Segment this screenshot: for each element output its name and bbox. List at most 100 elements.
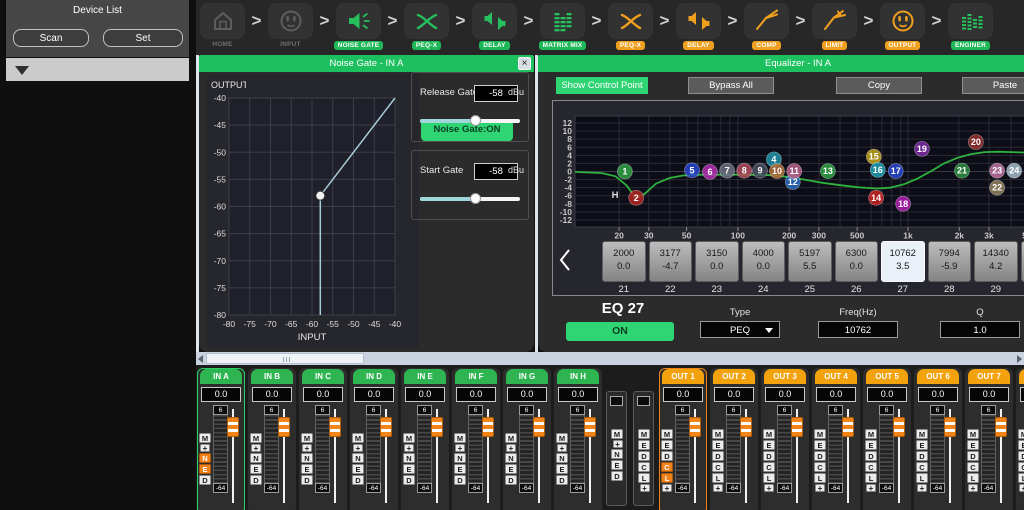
channel-button-plus[interactable]: + bbox=[557, 444, 567, 452]
master-button-m[interactable]: M bbox=[611, 429, 623, 439]
master-button-n[interactable]: N bbox=[611, 449, 623, 459]
eq-control-point-5[interactable]: 5 bbox=[685, 163, 700, 178]
fader-handle[interactable] bbox=[791, 417, 803, 437]
channel-button-d[interactable]: D bbox=[352, 475, 364, 485]
channel-button-d[interactable]: D bbox=[1018, 451, 1024, 461]
eq-control-point-13[interactable]: 13 bbox=[820, 164, 835, 179]
toolbar-item-enginer[interactable]: ENGINER bbox=[947, 0, 994, 50]
channel-button-plus[interactable]: + bbox=[251, 444, 261, 452]
channel-button-plus[interactable]: + bbox=[968, 484, 978, 492]
toolbar-item-input[interactable]: INPUT bbox=[267, 0, 314, 48]
toolbar-item-noise-gate[interactable]: NOISE GATE bbox=[335, 0, 382, 50]
toolbar-item-delay[interactable]: DELAY bbox=[471, 0, 518, 50]
channel-button-plus[interactable]: + bbox=[917, 484, 927, 492]
toolbar-item-limit[interactable]: LIMIT bbox=[811, 0, 858, 50]
channel-button-d[interactable]: D bbox=[403, 475, 415, 485]
toolbar-item-peq-x[interactable]: PEQ-X bbox=[403, 0, 450, 50]
channel-button-c[interactable]: C bbox=[814, 462, 826, 472]
channel-button-e[interactable]: E bbox=[661, 440, 673, 450]
eq-band-button-25[interactable]: 51975.5 bbox=[788, 241, 832, 282]
fader-handle[interactable] bbox=[380, 417, 392, 437]
channel-button-d[interactable]: D bbox=[916, 451, 928, 461]
channel-button-m[interactable]: M bbox=[556, 433, 568, 443]
channel-button-l[interactable]: L bbox=[967, 473, 979, 483]
scan-button[interactable]: Scan bbox=[13, 29, 89, 47]
channel-button-m[interactable]: M bbox=[916, 429, 928, 439]
channel-button-plus[interactable]: + bbox=[713, 484, 723, 492]
fader-handle[interactable] bbox=[533, 417, 545, 437]
eq-control-point-11[interactable]: 11 bbox=[787, 164, 802, 179]
toolbar-item-output[interactable]: OUTPUT bbox=[879, 0, 926, 50]
channel-header[interactable]: IN E bbox=[404, 369, 446, 384]
channel-button-d[interactable]: D bbox=[661, 451, 673, 461]
channel-header[interactable]: IN B bbox=[251, 369, 293, 384]
channel-button-c[interactable]: C bbox=[865, 462, 877, 472]
channel-button-plus[interactable]: + bbox=[506, 444, 516, 452]
channel-button-e[interactable]: E bbox=[403, 464, 415, 474]
fader-handle[interactable] bbox=[482, 417, 494, 437]
eq-band-button-21[interactable]: 20000.0 bbox=[602, 241, 646, 282]
channel-header[interactable]: IN F bbox=[455, 369, 497, 384]
eq-control-point-10[interactable]: 10 bbox=[770, 164, 785, 179]
channel-button-m[interactable]: M bbox=[454, 433, 466, 443]
toolbar-item-home[interactable]: HOME bbox=[199, 0, 246, 48]
channel-button-l[interactable]: L bbox=[763, 473, 775, 483]
channel-header[interactable]: IN A bbox=[200, 369, 242, 384]
channel-button-m[interactable]: M bbox=[865, 429, 877, 439]
master-button-e[interactable]: E bbox=[638, 440, 650, 450]
q-field[interactable]: 1.0 bbox=[940, 321, 1020, 338]
channel-button-e[interactable]: E bbox=[865, 440, 877, 450]
channel-button-m[interactable]: M bbox=[712, 429, 724, 439]
fader-handle[interactable] bbox=[431, 417, 443, 437]
eq-control-point-20[interactable]: 20 bbox=[968, 135, 983, 150]
channel-button-e[interactable]: E bbox=[916, 440, 928, 450]
eq-control-point-7[interactable]: 7 bbox=[720, 163, 735, 178]
channel-button-plus[interactable]: + bbox=[200, 444, 210, 452]
fader-handle[interactable] bbox=[227, 417, 239, 437]
channel-header[interactable]: OUT 2 bbox=[713, 369, 755, 384]
eq-band-button-23[interactable]: 31500.0 bbox=[695, 241, 739, 282]
channel-button-e[interactable]: E bbox=[712, 440, 724, 450]
channel-button-c[interactable]: C bbox=[763, 462, 775, 472]
bypass-all-button[interactable]: Bypass All bbox=[688, 77, 774, 94]
channel-button-e[interactable]: E bbox=[352, 464, 364, 474]
channel-button-plus[interactable]: + bbox=[1019, 484, 1024, 492]
channel-button-e[interactable]: E bbox=[556, 464, 568, 474]
copy-button[interactable]: Copy bbox=[836, 77, 922, 94]
channel-button-plus[interactable]: + bbox=[353, 444, 363, 452]
channel-button-plus[interactable]: + bbox=[662, 484, 672, 492]
fader-handle[interactable] bbox=[278, 417, 290, 437]
channel-button-n[interactable]: N bbox=[505, 453, 517, 463]
eq-control-point-9[interactable]: 9 bbox=[753, 163, 768, 178]
channel-header[interactable]: IN D bbox=[353, 369, 395, 384]
channel-button-d[interactable]: D bbox=[301, 475, 313, 485]
eq-band-button-29[interactable]: 143404.2 bbox=[974, 241, 1018, 282]
master-button-plus[interactable]: + bbox=[613, 440, 623, 448]
eq-band-button[interactable] bbox=[1021, 241, 1024, 282]
master-button-c[interactable]: C bbox=[638, 462, 650, 472]
channel-button-e[interactable]: E bbox=[1018, 440, 1024, 450]
channel-header[interactable]: OUT 6 bbox=[917, 369, 959, 384]
fader-handle[interactable] bbox=[944, 417, 956, 437]
channel-header[interactable]: IN H bbox=[557, 369, 599, 384]
channel-button-n[interactable]: N bbox=[301, 453, 313, 463]
fader-handle[interactable] bbox=[995, 417, 1007, 437]
eq-control-point-19[interactable]: 19 bbox=[914, 141, 929, 156]
eq-band-button-28[interactable]: 7994-5.9 bbox=[928, 241, 972, 282]
eq-control-point-22[interactable]: 22 bbox=[990, 180, 1005, 195]
channel-button-c[interactable]: C bbox=[661, 462, 673, 472]
toolbar-item-peq-x[interactable]: PEQ-X bbox=[607, 0, 654, 50]
channel-button-d[interactable]: D bbox=[865, 451, 877, 461]
channel-button-c[interactable]: C bbox=[916, 462, 928, 472]
master-button-e[interactable]: E bbox=[611, 460, 623, 470]
channel-button-c[interactable]: C bbox=[967, 462, 979, 472]
channel-header[interactable]: OUT 8 bbox=[1019, 369, 1024, 384]
channel-button-plus[interactable]: + bbox=[764, 484, 774, 492]
eq-band-button-27[interactable]: 107623.5 bbox=[881, 241, 925, 282]
channel-button-d[interactable]: D bbox=[250, 475, 262, 485]
channel-button-plus[interactable]: + bbox=[866, 484, 876, 492]
master-button-d[interactable]: D bbox=[611, 471, 623, 481]
paste-button[interactable]: Paste bbox=[962, 77, 1024, 94]
channel-button-d[interactable]: D bbox=[505, 475, 517, 485]
bands-prev-icon[interactable] bbox=[558, 247, 572, 273]
